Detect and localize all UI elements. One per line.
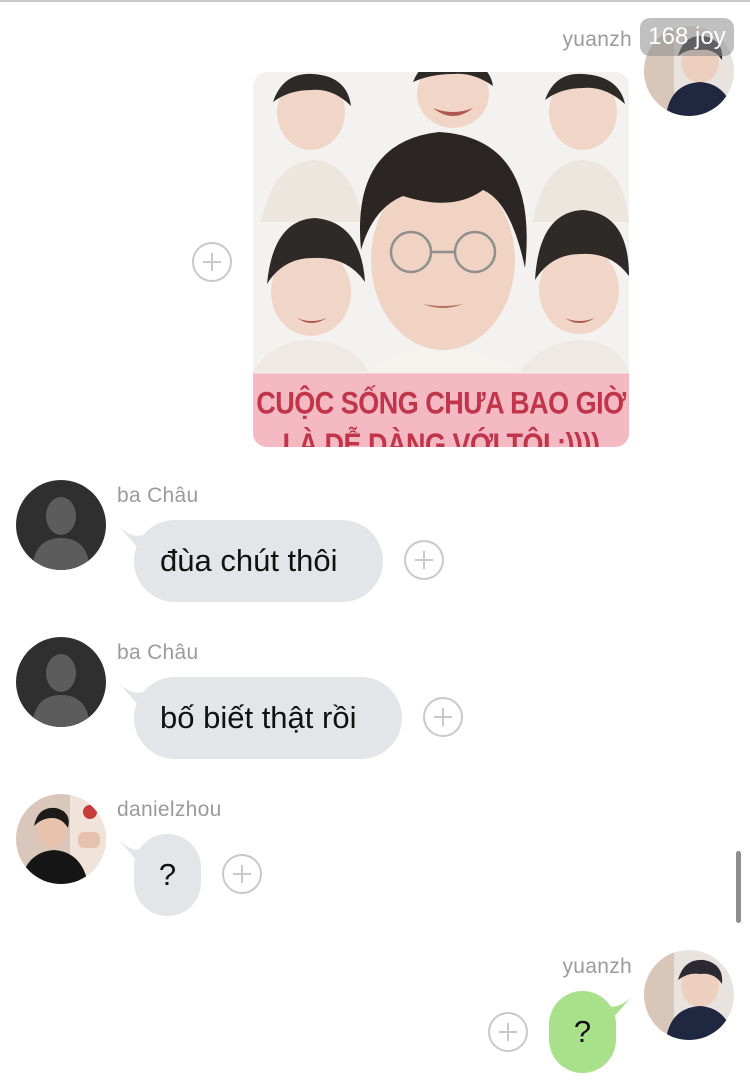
default-avatar-icon (16, 637, 106, 727)
add-reaction-icon[interactable] (222, 854, 262, 894)
sender-name: yuanzh (562, 955, 632, 978)
scrollbar[interactable] (736, 851, 741, 923)
add-reaction-icon[interactable] (488, 1012, 528, 1052)
default-avatar-icon (16, 480, 106, 570)
sticker-message[interactable]: CUỘC SỐNG CHƯA BAO GIỜ LÀ DỄ DÀNG VỚI TÔ… (253, 72, 629, 447)
sender-name: yuanzh (562, 28, 632, 51)
avatar-default[interactable] (16, 637, 106, 727)
message-bubble[interactable]: ? (549, 991, 616, 1073)
unread-badge: 168 joy (640, 18, 734, 56)
message-bubble[interactable]: bố biết thật rồi (134, 677, 402, 759)
avatar-yuanzh[interactable] (644, 950, 734, 1040)
message-bubble[interactable]: ? (134, 834, 201, 916)
add-reaction-icon[interactable] (404, 540, 444, 580)
avatar-default[interactable] (16, 480, 106, 570)
top-divider (0, 0, 750, 2)
message-bubble[interactable]: đùa chút thôi (134, 520, 383, 602)
sticker-caption: CUỘC SỐNG CHƯA BAO GIỜ LÀ DỄ DÀNG VỚI TÔ… (253, 373, 629, 447)
sender-name: danielzhou (117, 798, 222, 821)
avatar-danielzhou[interactable] (16, 794, 106, 884)
add-reaction-icon[interactable] (423, 697, 463, 737)
sender-name: ba Châu (117, 641, 199, 664)
add-reaction-icon[interactable] (192, 242, 232, 282)
sender-name: ba Châu (117, 484, 199, 507)
